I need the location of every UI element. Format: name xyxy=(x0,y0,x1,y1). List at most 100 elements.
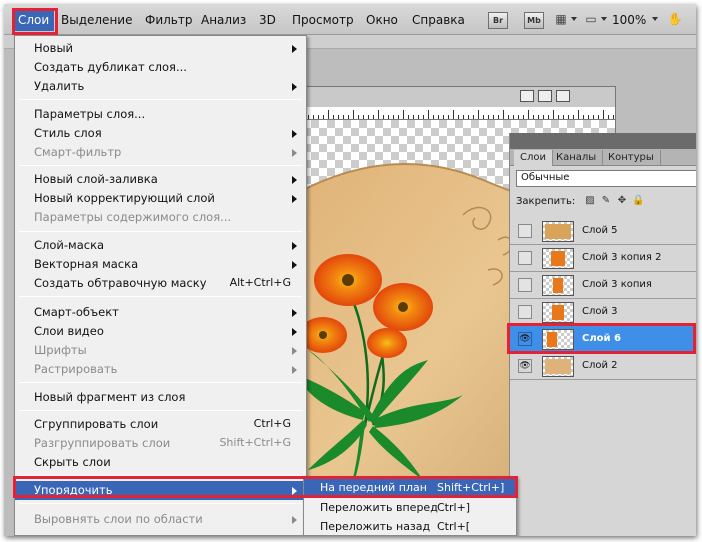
lock-all-icon[interactable]: 🔒 xyxy=(632,195,644,207)
menu-item-shortcut: Shift+Ctrl+] xyxy=(437,481,505,494)
chevron-down-icon xyxy=(652,17,658,21)
tab-paths[interactable]: Контуры xyxy=(602,150,661,166)
panel-header xyxy=(510,133,696,149)
menu-select[interactable]: Выделение xyxy=(61,13,132,27)
menu-item-layer-content-options: Параметры содержимого слоя... xyxy=(15,208,306,227)
menu-item-type: Шрифты xyxy=(15,341,306,360)
chevron-down-icon xyxy=(601,17,607,21)
menu-item-video-layers[interactable]: Слои видео xyxy=(15,322,306,341)
menu-item-label: Смарт-фильтр xyxy=(34,145,122,159)
menu-item-label: Переложить вперед xyxy=(320,501,438,514)
menu-item-label: Растрировать xyxy=(34,362,118,376)
layer-row[interactable]: 👁 Слой 2 xyxy=(510,353,696,380)
menu-item-label: Параметры содержимого слоя... xyxy=(34,210,232,224)
menu-separator xyxy=(19,231,302,232)
layer-thumbnail xyxy=(542,329,574,350)
menu-item-shortcut: Ctrl+] xyxy=(437,501,471,514)
menu-item-hide-layers[interactable]: Скрыть слои xyxy=(15,453,306,472)
menu-item-smart-object[interactable]: Смарт-объект xyxy=(15,303,306,322)
blend-mode-select[interactable]: Обычные xyxy=(516,170,696,187)
menu-window[interactable]: Окно xyxy=(366,13,398,27)
menu-filter[interactable]: Фильтр xyxy=(145,13,192,27)
submenu-item-bring-forward[interactable]: Переложить вперед Ctrl+] xyxy=(304,499,516,518)
lock-pixels-icon[interactable]: ✎ xyxy=(600,195,612,207)
menu-item-duplicate-layer[interactable]: Создать дубликат слоя... xyxy=(15,58,306,77)
eye-icon[interactable]: 👁 xyxy=(518,359,532,373)
layer-name: Слой 3 xyxy=(582,306,618,317)
menu-item-layer-mask[interactable]: Слой-маска xyxy=(15,236,306,255)
menu-item-label: Разгруппировать слои xyxy=(34,436,171,450)
menu-item-label: Сгруппировать слои xyxy=(34,417,159,431)
submenu-arrow-icon xyxy=(292,83,297,91)
submenu-arrow-icon xyxy=(292,487,297,495)
arrange-documents-icon[interactable]: ▦ xyxy=(552,12,570,29)
maximize-icon[interactable] xyxy=(538,90,552,102)
menu-item-new-fill-layer[interactable]: Новый слой-заливка xyxy=(15,170,306,189)
menu-item-label: На передний план xyxy=(320,481,427,494)
menu-item-arrange[interactable]: Упорядочить xyxy=(15,481,306,500)
menu-help[interactable]: Справка xyxy=(412,13,465,27)
menu-separator xyxy=(19,99,302,100)
visibility-toggle[interactable] xyxy=(518,251,532,265)
layer-row[interactable]: Слой 3 копия 2 xyxy=(510,245,696,272)
menu-item-label: Упорядочить xyxy=(34,483,113,497)
menu-item-layer-properties[interactable]: Параметры слоя... xyxy=(15,105,306,124)
menu-separator xyxy=(19,410,302,411)
menu-separator xyxy=(19,296,302,297)
screen-mode-icon[interactable]: ▭ xyxy=(582,12,600,29)
menu-item-shortcut: Ctrl+G xyxy=(253,417,291,430)
menu-item-group-layers[interactable]: Сгруппировать слои Ctrl+G xyxy=(15,415,306,434)
submenu-arrow-icon xyxy=(292,176,297,184)
submenu-item-bring-to-front[interactable]: На передний план Shift+Ctrl+] xyxy=(304,479,516,498)
menu-separator xyxy=(19,382,302,383)
menu-item-shortcut: Shift+Ctrl+G xyxy=(219,436,291,449)
menu-item-label: Векторная маска xyxy=(34,257,139,271)
menu-item-layer-style[interactable]: Стиль слоя xyxy=(15,124,306,143)
menu-item-label: Новый xyxy=(34,41,74,55)
menu-layers[interactable]: Слои xyxy=(14,11,54,31)
visibility-toggle[interactable] xyxy=(518,305,532,319)
lock-label: Закрепить: xyxy=(516,196,576,207)
menu-item-label: Смарт-объект xyxy=(34,305,119,319)
panel-tabs: Слои Каналы Контуры xyxy=(510,149,696,166)
menu-item-label: Новый слой-заливка xyxy=(34,172,158,186)
tab-layers[interactable]: Слои xyxy=(514,150,553,166)
menu-separator xyxy=(19,475,302,476)
layer-row-selected[interactable]: 👁 Слой 6 xyxy=(510,326,696,353)
bridge-button[interactable]: Br xyxy=(488,12,508,29)
menu-analysis[interactable]: Анализ xyxy=(201,13,246,27)
layer-row[interactable]: Слой 3 копия xyxy=(510,272,696,299)
menu-view[interactable]: Просмотр xyxy=(292,13,354,27)
layer-name: Слой 2 xyxy=(582,360,618,371)
submenu-arrow-icon xyxy=(292,366,297,374)
menu-item-label: Скрыть слои xyxy=(34,455,111,469)
tab-channels[interactable]: Каналы xyxy=(550,150,604,166)
menu-item-label: Выровнять слои по области xyxy=(34,512,203,526)
layer-row[interactable]: Слой 3 xyxy=(510,299,696,326)
horizontal-ruler xyxy=(303,107,615,120)
menu-item-new[interactable]: Новый xyxy=(15,39,306,58)
layer-thumbnail xyxy=(542,302,574,323)
close-icon[interactable] xyxy=(556,90,570,102)
menu-item-delete[interactable]: Удалить xyxy=(15,77,306,96)
visibility-toggle[interactable] xyxy=(518,224,532,238)
mini-bridge-button[interactable]: Mb xyxy=(524,12,544,29)
menu-item-create-clipping-mask[interactable]: Создать обтравочную маску Alt+Ctrl+G xyxy=(15,274,306,293)
submenu-arrow-icon xyxy=(292,242,297,250)
hand-tool-icon[interactable]: ✋ xyxy=(666,12,684,29)
menu-item-vector-mask[interactable]: Векторная маска xyxy=(15,255,306,274)
layer-name: Слой 3 копия xyxy=(582,279,652,290)
lock-position-icon[interactable]: ✥ xyxy=(616,195,628,207)
menu-3d[interactable]: 3D xyxy=(259,13,276,27)
layer-name: Слой 5 xyxy=(582,225,618,236)
menu-item-new-adjustment-layer[interactable]: Новый корректирующий слой xyxy=(15,189,306,208)
zoom-level[interactable]: 100% xyxy=(612,13,646,27)
lock-transparency-icon[interactable]: ▨ xyxy=(584,195,596,207)
eye-icon[interactable]: 👁 xyxy=(518,332,532,346)
minimize-icon[interactable] xyxy=(520,90,534,102)
menu-item-new-slice-from-layer[interactable]: Новый фрагмент из слоя xyxy=(15,388,306,407)
visibility-toggle[interactable] xyxy=(518,278,532,292)
layer-row[interactable]: Слой 5 xyxy=(510,218,696,245)
layer-name: Слой 3 копия 2 xyxy=(582,252,662,263)
submenu-item-send-backward[interactable]: Переложить назад Ctrl+[ xyxy=(304,518,516,536)
